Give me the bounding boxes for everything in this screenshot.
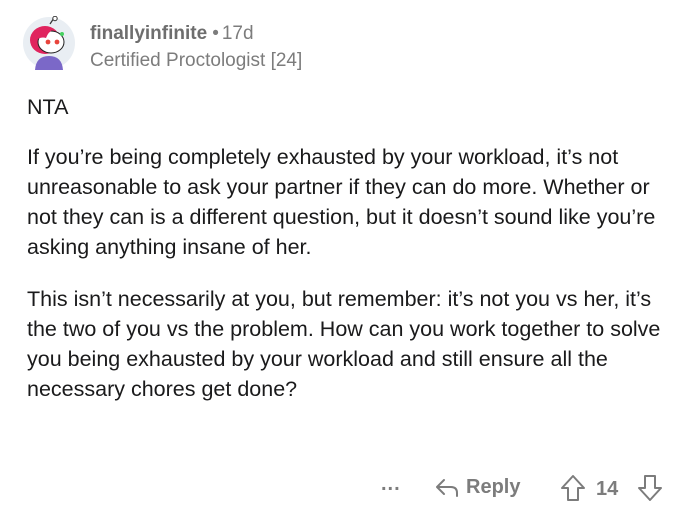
comment-verdict: NTA [27,95,69,119]
reply-label: Reply [466,476,521,498]
downvote-button[interactable] [637,474,663,508]
username[interactable]: finallyinfinite [90,23,207,44]
downvote-arrow-icon [638,475,662,501]
author-row: finallyinfinite • 17d [90,23,302,45]
reply-arrow-icon [436,478,458,497]
meta-separator: • [212,23,219,44]
comment-actions: ... Reply 14 [0,472,700,504]
comment-age: 17d [221,23,254,44]
upvote-button[interactable] [560,474,586,508]
upvote-arrow-icon [561,475,585,501]
comment-header: finallyinfinite • 17d Certified Proctologi… [22,8,682,78]
vote-score: 14 [596,478,619,500]
comment-paragraph-1: If you’re being completely exhausted by … [27,145,656,259]
comment-meta: finallyinfinite • 17d Certified Proctologi… [90,23,302,72]
comment-paragraph-2: This isn’t necessarily at you, but remem… [27,287,661,401]
comment-body: NTA If you’re being completely exhausted… [27,92,677,404]
snoo-avatar-icon [23,15,75,70]
reply-button[interactable]: Reply [434,476,520,499]
more-options-button[interactable]: ... [381,473,401,496]
user-flair: Certified Proctologist [24] [90,50,303,71]
avatar[interactable] [22,15,76,70]
